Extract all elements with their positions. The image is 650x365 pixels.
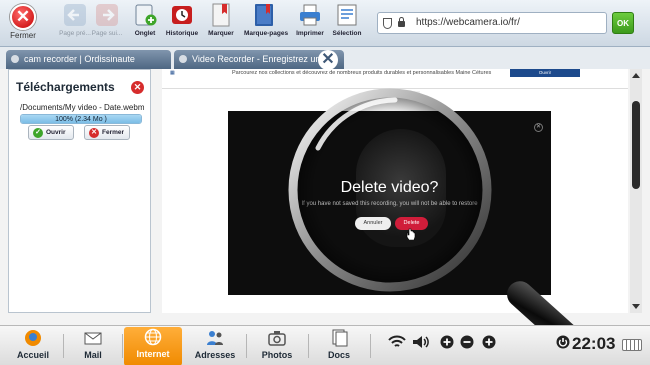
modal-text: If you have not saved this recording, yo… — [301, 201, 478, 207]
separator — [246, 334, 247, 358]
close-browser-label: Fermer — [10, 31, 36, 40]
forward-arrow-icon — [95, 3, 119, 27]
bookmark-button[interactable]: Marquer — [201, 3, 241, 37]
ad-text: Parcourez nos collections et découvrez d… — [232, 70, 492, 76]
browser-toolbar: ✕ Fermer Page pré... Page sui... Onglet … — [0, 0, 650, 47]
download-progress-text: 100% (2.34 Mo ) — [55, 116, 107, 123]
tab-cam-recorder[interactable]: cam recorder | Ordissinaute — [6, 50, 171, 69]
mail-icon — [83, 329, 103, 347]
hand-cursor-icon — [406, 228, 416, 240]
favicon-icon — [11, 55, 19, 63]
download-progress-bar: 100% (2.34 Mo ) — [20, 114, 142, 124]
taskbar-app-photos[interactable]: Photos — [248, 328, 306, 365]
close-browser-button[interactable]: ✕ Fermer — [2, 2, 44, 44]
divider — [162, 88, 628, 89]
scrollbar-thumb[interactable] — [632, 101, 640, 189]
web-content: ▦ Parcourez nos collections et découvrez… — [162, 69, 628, 313]
video-player: ✕ Delete video? If you have not saved th… — [228, 111, 551, 295]
remove-ads-link[interactable]: Supprimer les publicités — [368, 91, 420, 96]
url-text[interactable]: https://webcamera.io/fr/ — [416, 17, 520, 28]
zoom-out-icon[interactable] — [460, 335, 474, 352]
selection-button[interactable]: Sélection — [327, 3, 367, 37]
ad-logo: ▦ — [170, 70, 175, 76]
check-icon: ✓ — [33, 128, 43, 138]
selection-icon — [335, 3, 359, 27]
separator — [122, 334, 123, 358]
ad-banner: ▦ Parcourez nos collections et découvrez… — [162, 69, 628, 81]
taskbar-app-internet[interactable]: Internet — [124, 327, 182, 365]
close-modal-icon[interactable]: ✕ — [534, 123, 543, 132]
home-icon — [23, 329, 43, 347]
documents-icon — [329, 329, 349, 347]
close-tab-button[interactable]: ✕ — [318, 50, 338, 70]
shield-icon — [383, 18, 392, 29]
taskbar-app-accueil[interactable]: Accueil — [4, 328, 62, 365]
favicon-icon — [179, 55, 187, 63]
clock: 22:03 — [572, 334, 616, 353]
scrollbar[interactable] — [630, 69, 642, 313]
lock-icon — [398, 17, 405, 27]
tab-label: Video Recorder - Enregistrez une — [192, 54, 326, 64]
contacts-icon — [205, 329, 225, 347]
keyboard-icon[interactable] — [622, 339, 642, 351]
downloads-title: Téléchargements — [16, 80, 115, 94]
history-icon — [170, 3, 194, 27]
close-download-button[interactable]: ✕ Fermer — [84, 125, 130, 140]
ad-open-button[interactable]: Ouvrir — [510, 69, 580, 77]
download-filename: /Documents/My video - Date.webm — [20, 103, 145, 112]
cancel-button[interactable]: Annuler — [355, 217, 391, 230]
bookmarks-book-icon — [252, 3, 276, 27]
taskbar-app-adresses[interactable]: Adresses — [186, 328, 244, 365]
volume-icon[interactable] — [412, 335, 430, 352]
print-button[interactable]: Imprimer — [290, 3, 330, 37]
wifi-icon[interactable] — [388, 335, 406, 352]
downloads-panel: Téléchargements ✕ /Documents/My video - … — [8, 69, 151, 313]
history-button[interactable]: Historique — [162, 3, 202, 37]
power-icon[interactable] — [556, 335, 570, 352]
separator — [308, 334, 309, 358]
help-icon[interactable] — [482, 335, 496, 352]
taskbar: Accueil Mail Internet Adresses Photos Do… — [0, 325, 650, 365]
scroll-down-icon[interactable] — [632, 304, 640, 309]
scroll-up-icon[interactable] — [632, 73, 640, 78]
new-tab-icon — [133, 3, 157, 27]
close-downloads-icon[interactable]: ✕ — [131, 81, 144, 94]
printer-icon — [298, 3, 322, 27]
bookmark-icon — [209, 3, 233, 27]
taskbar-app-docs[interactable]: Docs — [310, 328, 368, 365]
taskbar-app-mail[interactable]: Mail — [64, 328, 122, 365]
modal-title: Delete video? — [340, 179, 439, 196]
address-bar[interactable]: https://webcamera.io/fr/ — [377, 12, 607, 34]
close-icon: ✕ — [89, 128, 99, 138]
tab-label: cam recorder | Ordissinaute — [24, 54, 135, 64]
bookmarks-button[interactable]: Marque-pages — [244, 3, 288, 37]
open-download-button[interactable]: ✓ Ouvrir — [28, 125, 74, 140]
close-icon: ✕ — [10, 4, 36, 30]
back-arrow-icon — [63, 3, 87, 27]
camera-icon — [267, 329, 287, 347]
go-button[interactable]: OK — [612, 12, 634, 34]
next-page-button[interactable]: Page sui... — [87, 3, 127, 37]
separator — [370, 334, 371, 358]
zoom-in-icon[interactable] — [440, 335, 454, 352]
new-tab-button[interactable]: Onglet — [125, 3, 165, 37]
globe-icon — [143, 328, 163, 346]
